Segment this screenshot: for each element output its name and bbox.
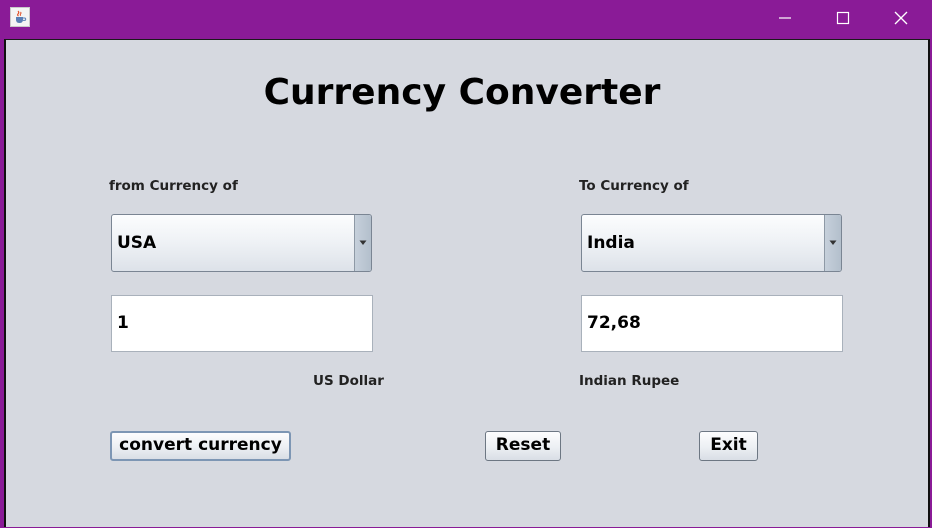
chevron-down-icon — [359, 240, 367, 245]
maximize-icon — [836, 11, 850, 25]
close-button[interactable] — [872, 0, 930, 36]
app-window: Currency Converter from Currency of To C… — [0, 0, 932, 528]
from-currency-selected: USA — [117, 233, 157, 253]
to-currency-selected: India — [587, 233, 635, 253]
close-icon — [894, 11, 908, 25]
exit-button[interactable]: Exit — [699, 431, 758, 461]
converter-panel: Currency Converter from Currency of To C… — [4, 39, 930, 527]
minimize-button[interactable] — [756, 0, 814, 36]
to-amount-field[interactable]: 72,68 — [581, 295, 843, 352]
page-title: Currency Converter — [263, 72, 661, 113]
maximize-button[interactable] — [814, 0, 872, 36]
title-bar[interactable] — [0, 0, 932, 36]
convert-currency-button[interactable]: convert currency — [110, 431, 291, 461]
from-currency-label: from Currency of — [109, 178, 238, 194]
from-dropdown-arrow-button[interactable] — [354, 215, 371, 271]
from-amount-field[interactable]: 1 — [111, 295, 373, 352]
minimize-icon — [779, 17, 791, 19]
to-currency-name: Indian Rupee — [579, 373, 680, 389]
from-currency-name: US Dollar — [313, 373, 384, 389]
to-dropdown-arrow-button[interactable] — [824, 215, 841, 271]
to-currency-dropdown[interactable]: India — [581, 214, 842, 272]
from-currency-dropdown[interactable]: USA — [111, 214, 372, 272]
to-currency-label: To Currency of — [579, 178, 689, 194]
java-cup-icon[interactable] — [10, 7, 30, 27]
chevron-down-icon — [829, 240, 837, 245]
reset-button[interactable]: Reset — [485, 431, 561, 461]
